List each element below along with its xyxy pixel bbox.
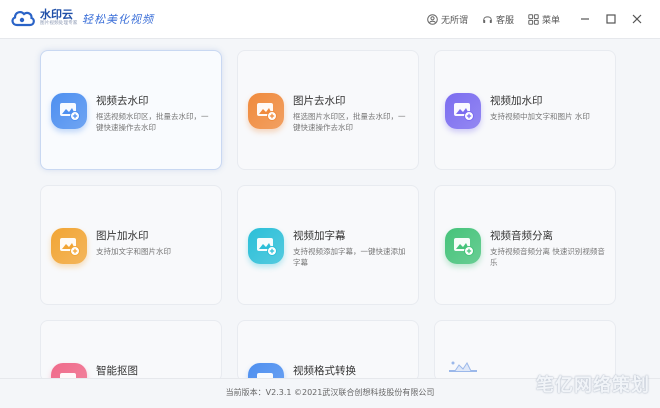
audio-separate-icon <box>445 228 481 264</box>
service-button[interactable]: 客服 <box>482 13 514 26</box>
feature-card-title: 图片加水印 <box>96 230 149 242</box>
feature-card[interactable]: 视频加字幕支持视频添加字幕，一键快速添加字幕 <box>237 185 419 305</box>
feature-card-title: 视频去水印 <box>96 95 149 107</box>
feature-card-description: 支持视频中加文字和图片 水印 <box>490 112 590 121</box>
feature-card[interactable]: 视频音频分离支持视频音频分离 快速识别视频音乐 <box>434 185 616 305</box>
menu-label: 菜单 <box>541 15 560 26</box>
image-remove-icon <box>248 93 284 129</box>
maximize-button[interactable] <box>600 8 622 30</box>
headset-icon <box>483 15 492 23</box>
grid-menu-icon <box>528 13 539 25</box>
no-watermark-button[interactable]: 无所谓 <box>427 13 468 26</box>
minimize-button[interactable] <box>574 8 596 30</box>
close-button[interactable] <box>626 8 648 30</box>
maximize-icon <box>606 14 616 24</box>
feature-card-title: 视频加水印 <box>490 95 543 107</box>
feature-card[interactable]: 图片加水印支持加文字和图片水印 <box>40 185 222 305</box>
no-watermark-label: 无所谓 <box>440 15 468 26</box>
watermark-text: 笔亿网络策划 <box>536 375 650 396</box>
subtitle-icon <box>248 228 284 264</box>
feature-card[interactable]: 智能抠图 <box>40 320 222 399</box>
feature-card-title: 视频格式转换 <box>293 365 356 377</box>
slogan: 轻松美化视频 <box>82 13 154 26</box>
feature-card-title: 视频音频分离 <box>490 230 553 242</box>
service-label: 客服 <box>495 15 514 26</box>
feature-card-description: 框选视频水印区，批量去水印，一键快速操作去水印 <box>96 112 209 132</box>
app-window: 水印云 图片视频处理专家 轻松美化视频 无所谓 客服 菜单 视频去水印 框选视频… <box>0 0 660 408</box>
video-add-icon <box>445 93 481 129</box>
feature-card-title: 智能抠图 <box>96 365 138 377</box>
feature-card-description: 支持视频音频分离 快速识别视频音乐 <box>490 247 605 267</box>
user-circle-icon <box>427 13 438 25</box>
video-remove-icon <box>51 93 87 129</box>
feature-card[interactable]: 图片去水印框选图片水印区，批量去水印，一键快速操作去水印 <box>237 50 419 170</box>
feature-card-description: 支持视频添加字幕，一键快速添加字幕 <box>293 247 406 267</box>
minimize-icon <box>581 18 589 20</box>
cloud-logo-icon <box>10 8 36 28</box>
feature-card[interactable]: 视频格式转换 <box>237 320 419 399</box>
feature-card-description: 框选图片水印区，批量去水印，一键快速操作去水印 <box>293 112 406 132</box>
app-logo: 水印云 图片视频处理专家 <box>10 8 78 28</box>
logo-subtitle: 图片视频处理专家 <box>40 21 78 27</box>
close-icon <box>632 14 642 24</box>
image-add-icon <box>51 228 87 264</box>
menu-button[interactable]: 菜单 <box>528 13 560 26</box>
title-bar: 水印云 图片视频处理专家 轻松美化视频 无所谓 客服 菜单 <box>0 0 660 39</box>
logo-title: 水印云 <box>40 8 73 22</box>
feature-card[interactable]: 视频去水印框选视频水印区，批量去水印，一键快速操作去水印 <box>40 50 222 170</box>
feature-card-title: 图片去水印 <box>293 95 346 107</box>
feature-card-title: 视频加字幕 <box>293 230 346 242</box>
feature-card-description: 支持加文字和图片水印 <box>96 247 171 256</box>
feature-card[interactable]: 视频加水印支持视频中加文字和图片 水印 <box>434 50 616 170</box>
